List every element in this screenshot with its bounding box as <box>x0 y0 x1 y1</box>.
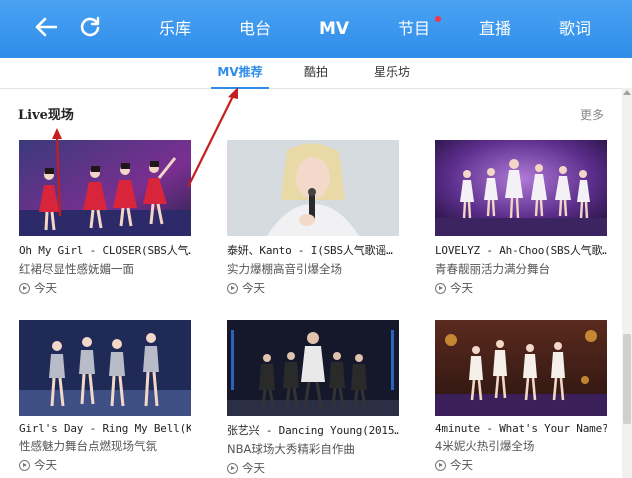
video-title[interactable]: 张艺兴 - Dancing Young(2015… <box>227 422 399 438</box>
video-card[interactable]: Girl's Day - Ring My Bell(K… 性感魅力舞台点燃现场气… <box>19 320 191 473</box>
section-title: Live现场 <box>18 108 74 123</box>
play-circle-icon <box>227 462 238 474</box>
video-description: NBA球场大秀精彩自作曲 <box>227 442 355 456</box>
video-title[interactable]: 4minute - What's Your Name?… <box>435 422 607 435</box>
back-arrow-icon[interactable] <box>32 13 60 41</box>
video-card[interactable]: LOVELYZ - Ah-Choo(SBS人气歌… 青春靓丽活力满分舞台 今天 <box>435 140 607 296</box>
play-circle-icon <box>227 282 238 294</box>
scrollbar[interactable] <box>622 88 632 478</box>
video-card[interactable]: Oh My Girl - CLOSER(SBS人气… 红裙尽显性感妩媚一面 今天 <box>19 140 191 296</box>
sub-tab-bar: MV推荐 酷拍 星乐坊 <box>0 58 632 89</box>
sub-tab-kupai[interactable]: 酷拍 <box>300 58 332 88</box>
play-circle-icon <box>19 459 30 471</box>
video-date: 今天 <box>34 458 57 472</box>
play-circle-icon <box>435 459 446 471</box>
video-date: 今天 <box>242 281 265 295</box>
nav-tab-programs[interactable]: 节目 <box>394 0 441 58</box>
play-circle-icon <box>435 282 446 294</box>
video-date: 今天 <box>242 461 265 475</box>
video-card[interactable]: 张艺兴 - Dancing Young(2015… NBA球场大秀精彩自作曲 今… <box>227 320 399 476</box>
scrollbar-thumb[interactable] <box>623 334 631 424</box>
video-thumbnail[interactable] <box>227 320 399 416</box>
video-title[interactable]: LOVELYZ - Ah-Choo(SBS人气歌… <box>435 242 607 258</box>
more-link[interactable]: 更多 <box>580 106 604 123</box>
video-card[interactable]: 泰妍、Kanto - I(SBS人气歌谣… 实力爆棚高音引爆全场 今天 <box>227 140 399 296</box>
video-date: 今天 <box>34 281 57 295</box>
video-description: 性感魅力舞台点燃现场气氛 <box>19 439 157 453</box>
video-title[interactable]: Girl's Day - Ring My Bell(K… <box>19 422 191 435</box>
video-title[interactable]: Oh My Girl - CLOSER(SBS人气… <box>19 242 191 258</box>
video-card[interactable]: 4minute - What's Your Name?… 4米妮火热引爆全场 今… <box>435 320 607 473</box>
arrowhead-icon <box>52 128 62 139</box>
sub-tab-xinglefang[interactable]: 星乐坊 <box>370 58 414 88</box>
video-thumbnail[interactable] <box>227 140 399 236</box>
video-date: 今天 <box>450 458 473 472</box>
video-description: 青春靓丽活力满分舞台 <box>435 262 550 276</box>
nav-tab-live[interactable]: 直播 <box>475 0 515 58</box>
scroll-up-arrow-icon[interactable] <box>623 90 631 95</box>
video-description: 4米妮火热引爆全场 <box>435 439 535 453</box>
nav-tab-lyrics[interactable]: 歌词 <box>555 0 595 58</box>
nav-tab-music-library[interactable]: 乐库 <box>155 0 195 58</box>
notification-dot <box>435 16 441 22</box>
sub-tab-mv-recommend[interactable]: MV推荐 <box>211 58 269 89</box>
nav-tab-programs-label: 节目 <box>397 19 430 38</box>
video-description: 红裙尽显性感妩媚一面 <box>19 262 134 276</box>
video-title[interactable]: 泰妍、Kanto - I(SBS人气歌谣… <box>227 242 399 258</box>
video-thumbnail[interactable] <box>19 320 191 416</box>
play-circle-icon <box>19 282 30 294</box>
video-thumbnail[interactable] <box>19 140 191 236</box>
nav-tab-radio[interactable]: 电台 <box>235 0 275 58</box>
video-date: 今天 <box>450 281 473 295</box>
video-thumbnail[interactable] <box>435 320 607 416</box>
top-bar: 乐库 电台 MV 节目 直播 歌词 <box>0 0 632 58</box>
nav-tab-mv[interactable]: MV <box>316 0 352 58</box>
video-thumbnail[interactable] <box>435 140 607 236</box>
refresh-icon[interactable] <box>76 13 104 41</box>
video-description: 实力爆棚高音引爆全场 <box>227 262 342 276</box>
